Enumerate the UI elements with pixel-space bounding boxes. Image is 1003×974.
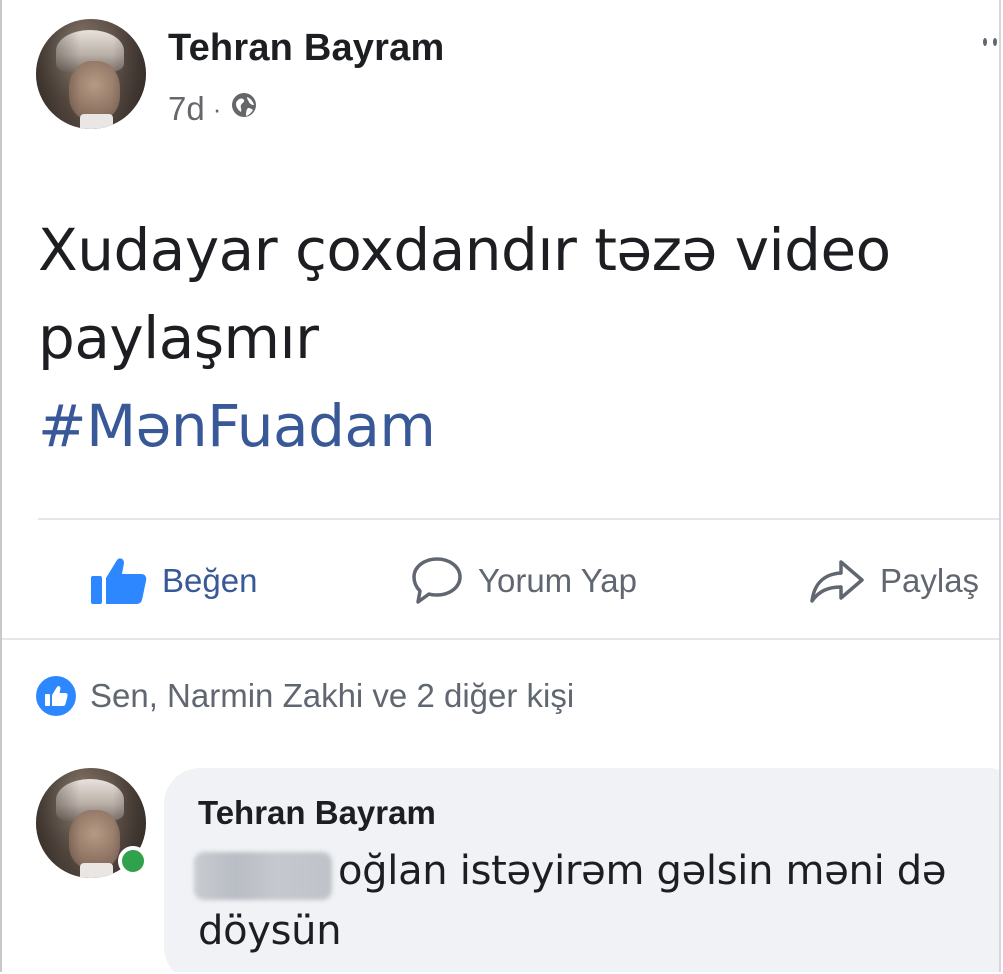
divider xyxy=(38,518,999,520)
online-status-indicator xyxy=(118,846,148,876)
share-label: Paylaş xyxy=(880,562,980,599)
thumbs-up-icon xyxy=(88,556,148,606)
post-meta: 7d · xyxy=(168,90,259,128)
post-author-name[interactable]: Tehran Bayram xyxy=(168,27,444,70)
comment-bubble-icon xyxy=(410,555,464,607)
comment-text-line: oğlan istəyirəm gəlsin məni də xyxy=(338,848,947,894)
comment-author-name[interactable]: Tehran Bayram xyxy=(198,794,436,832)
meta-separator: · xyxy=(212,94,222,124)
post-time[interactable]: 7d xyxy=(168,90,205,128)
like-reaction-icon xyxy=(36,676,76,716)
author-avatar[interactable] xyxy=(36,19,146,129)
reactions-summary[interactable]: Sen, Narmin Zakhi ve 2 diğer kişi xyxy=(36,676,574,716)
comment-label: Yorum Yap xyxy=(478,562,638,599)
like-button[interactable]: Beğen xyxy=(88,548,257,614)
reactions-text: Sen, Narmin Zakhi ve 2 diğer kişi xyxy=(90,677,575,714)
comment-text-line: döysün xyxy=(198,908,342,954)
globe-icon xyxy=(229,90,259,128)
blurred-mention xyxy=(194,852,332,900)
share-button[interactable]: Paylaş xyxy=(808,548,979,614)
more-options-icon[interactable] xyxy=(983,38,997,52)
like-label: Beğen xyxy=(162,562,258,599)
divider xyxy=(2,638,999,640)
comment-button[interactable]: Yorum Yap xyxy=(410,548,637,614)
post-card: Tehran Bayram 7d · Xudayar çoxdandır təz… xyxy=(0,0,1001,972)
post-text: Xudayar çoxdandır təzə video paylaşmır xyxy=(38,216,891,372)
post-hashtag[interactable]: #MənFuadam xyxy=(38,382,436,470)
share-arrow-icon xyxy=(808,556,866,606)
